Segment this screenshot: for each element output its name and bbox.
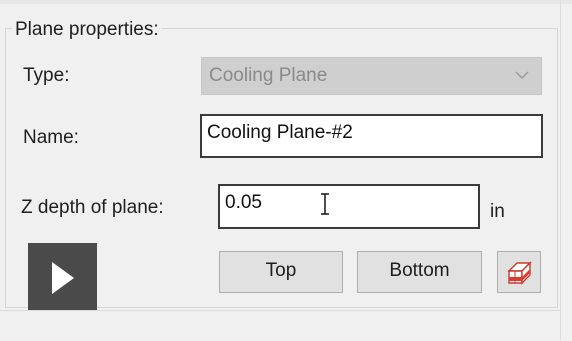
bottom-button[interactable]: Bottom <box>357 251 482 293</box>
type-select[interactable]: Cooling Plane <box>201 57 542 95</box>
chevron-down-icon <box>515 71 529 80</box>
play-icon <box>52 262 74 294</box>
plane-view-button[interactable] <box>497 251 541 293</box>
z-depth-unit: in <box>490 201 505 222</box>
text-cursor-icon <box>321 193 329 215</box>
video-play-button[interactable] <box>28 243 97 312</box>
name-field[interactable]: Cooling Plane-#2 <box>200 114 543 158</box>
name-field-value: Cooling Plane-#2 <box>207 122 353 143</box>
type-label: Type: <box>23 65 70 86</box>
type-select-value: Cooling Plane <box>209 65 328 86</box>
window-top-edge <box>0 0 572 4</box>
name-label: Name: <box>23 127 79 148</box>
top-button[interactable]: Top <box>219 251 343 293</box>
plane-cube-icon <box>507 261 532 285</box>
z-depth-field[interactable]: 0.05 <box>218 184 480 229</box>
z-depth-label: Z depth of plane: <box>21 197 164 218</box>
panel-right-divider <box>560 0 561 340</box>
footer-strip <box>0 310 560 341</box>
group-title: Plane properties: <box>12 19 162 41</box>
z-depth-value: 0.05 <box>225 192 262 213</box>
